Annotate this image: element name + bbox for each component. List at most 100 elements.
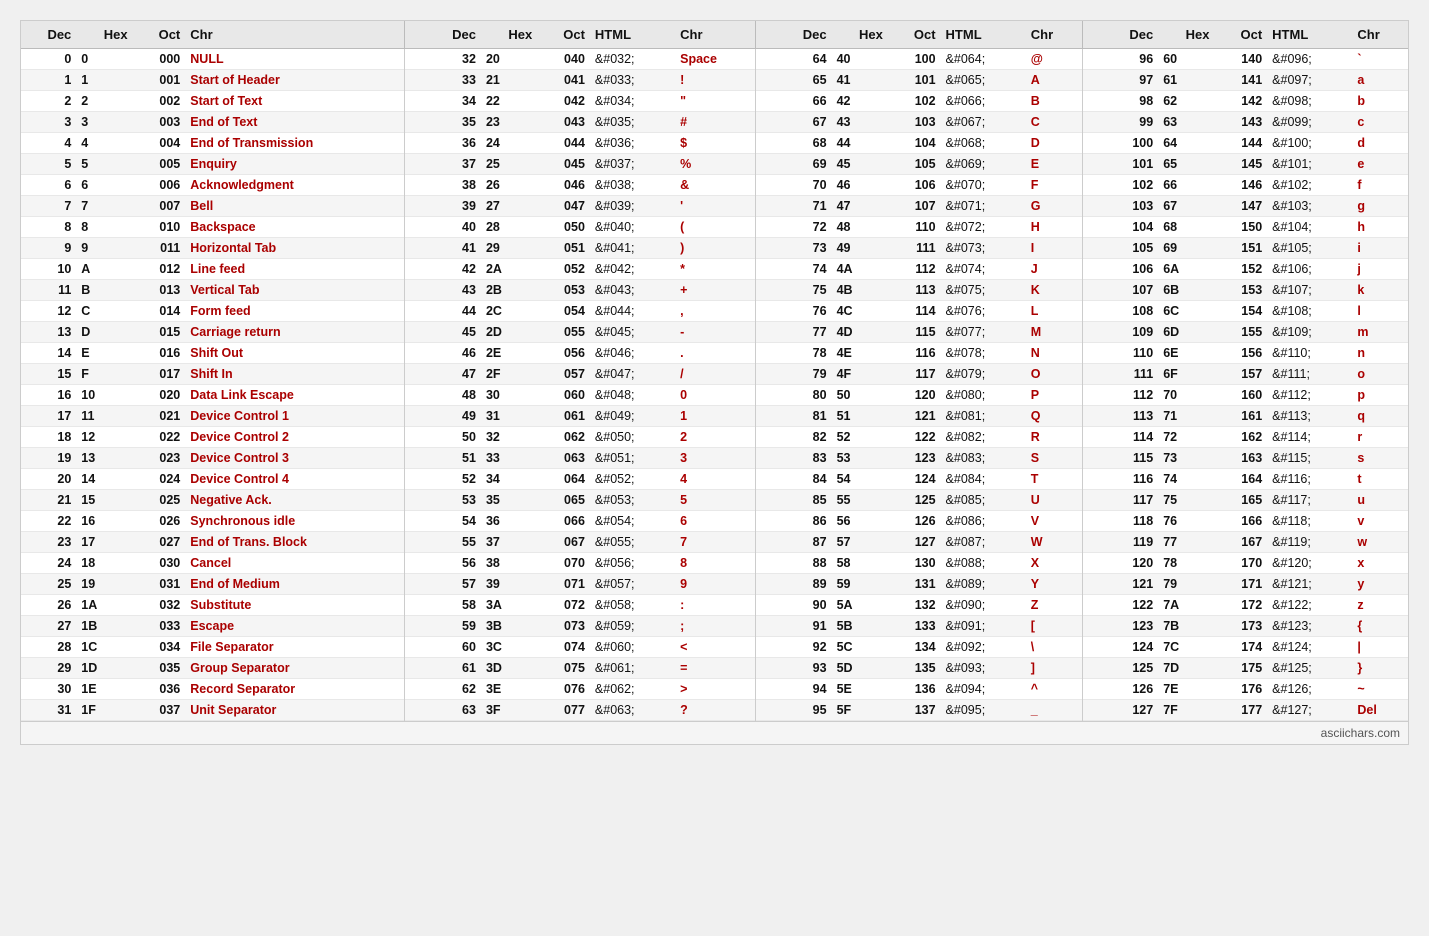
oct1: 021 <box>134 406 187 427</box>
table-row: 2317027End of Trans. Block5537067&#055;7… <box>21 532 1408 553</box>
chr2: ! <box>670 70 755 91</box>
html2: &#063; <box>591 700 670 721</box>
chr2: . <box>670 343 755 364</box>
hex2: 33 <box>482 448 538 469</box>
chr4: g <box>1347 196 1408 217</box>
col-oct4: Oct <box>1215 21 1268 49</box>
oct3: 123 <box>889 448 942 469</box>
dec4: 97 <box>1082 70 1159 91</box>
html4: &#120; <box>1268 553 1347 574</box>
dec3: 83 <box>755 448 832 469</box>
chr3: Z <box>1021 595 1082 616</box>
oct3: 114 <box>889 301 942 322</box>
chr3: J <box>1021 259 1082 280</box>
dec2: 36 <box>405 133 482 154</box>
oct2: 076 <box>538 679 591 700</box>
chr4: w <box>1347 532 1408 553</box>
oct2: 044 <box>538 133 591 154</box>
html3: &#079; <box>942 364 1021 385</box>
chr2: ' <box>670 196 755 217</box>
dec4: 100 <box>1082 133 1159 154</box>
oct3: 107 <box>889 196 942 217</box>
oct1: 025 <box>134 490 187 511</box>
oct1: 013 <box>134 280 187 301</box>
html4: &#108; <box>1268 301 1347 322</box>
dec4: 110 <box>1082 343 1159 364</box>
table-row: 77007Bell3927047&#039;'7147107&#071;G103… <box>21 196 1408 217</box>
html2: &#049; <box>591 406 670 427</box>
chrname1: Horizontal Tab <box>186 238 405 259</box>
oct2: 054 <box>538 301 591 322</box>
table-row: 12C014Form feed442C054&#044;,764C114&#07… <box>21 301 1408 322</box>
footer: asciichars.com <box>21 721 1408 744</box>
col-dec1: Dec <box>21 21 77 49</box>
chr3: V <box>1021 511 1082 532</box>
dec1: 0 <box>21 49 77 70</box>
dec2: 48 <box>405 385 482 406</box>
dec2: 56 <box>405 553 482 574</box>
hex1: 9 <box>77 238 133 259</box>
chrname1: Group Separator <box>186 658 405 679</box>
ascii-table-container: Dec Hex Oct Chr Dec Hex Oct HTML Chr Dec… <box>20 20 1409 745</box>
oct3: 125 <box>889 490 942 511</box>
html2: &#042; <box>591 259 670 280</box>
hex3: 5E <box>833 679 889 700</box>
oct3: 134 <box>889 637 942 658</box>
table-row: 2115025Negative Ack.5335065&#053;5855512… <box>21 490 1408 511</box>
hex4: 69 <box>1159 238 1215 259</box>
hex2: 35 <box>482 490 538 511</box>
html2: &#056; <box>591 553 670 574</box>
hex4: 6D <box>1159 322 1215 343</box>
oct4: 144 <box>1215 133 1268 154</box>
chr3: F <box>1021 175 1082 196</box>
oct2: 062 <box>538 427 591 448</box>
table-row: 2519031End of Medium5739071&#057;9895913… <box>21 574 1408 595</box>
dec1: 2 <box>21 91 77 112</box>
hex4: 7C <box>1159 637 1215 658</box>
col-hex2: Hex <box>482 21 538 49</box>
oct2: 073 <box>538 616 591 637</box>
dec4: 120 <box>1082 553 1159 574</box>
hex1: 13 <box>77 448 133 469</box>
chr3: N <box>1021 343 1082 364</box>
hex4: 64 <box>1159 133 1215 154</box>
chr4: s <box>1347 448 1408 469</box>
html4: &#123; <box>1268 616 1347 637</box>
hex3: 4E <box>833 343 889 364</box>
dec4: 115 <box>1082 448 1159 469</box>
html2: &#060; <box>591 637 670 658</box>
html3: &#074; <box>942 259 1021 280</box>
oct4: 145 <box>1215 154 1268 175</box>
chr4: t <box>1347 469 1408 490</box>
hex2: 3F <box>482 700 538 721</box>
chr3: K <box>1021 280 1082 301</box>
dec2: 45 <box>405 322 482 343</box>
chr4: d <box>1347 133 1408 154</box>
chrname1: File Separator <box>186 637 405 658</box>
html4: &#115; <box>1268 448 1347 469</box>
chr2: % <box>670 154 755 175</box>
chr4: v <box>1347 511 1408 532</box>
html2: &#050; <box>591 427 670 448</box>
chr4: h <box>1347 217 1408 238</box>
chr4: ~ <box>1347 679 1408 700</box>
html3: &#094; <box>942 679 1021 700</box>
oct2: 041 <box>538 70 591 91</box>
chrname1: End of Medium <box>186 574 405 595</box>
oct3: 117 <box>889 364 942 385</box>
oct1: 001 <box>134 70 187 91</box>
hex2: 29 <box>482 238 538 259</box>
chr4: z <box>1347 595 1408 616</box>
chr2: 2 <box>670 427 755 448</box>
oct4: 152 <box>1215 259 1268 280</box>
html4: &#122; <box>1268 595 1347 616</box>
oct3: 112 <box>889 259 942 280</box>
oct3: 101 <box>889 70 942 91</box>
hex1: 16 <box>77 511 133 532</box>
hex3: 4C <box>833 301 889 322</box>
oct2: 064 <box>538 469 591 490</box>
html3: &#085; <box>942 490 1021 511</box>
oct4: 167 <box>1215 532 1268 553</box>
oct1: 024 <box>134 469 187 490</box>
col-hex4: Hex <box>1159 21 1215 49</box>
